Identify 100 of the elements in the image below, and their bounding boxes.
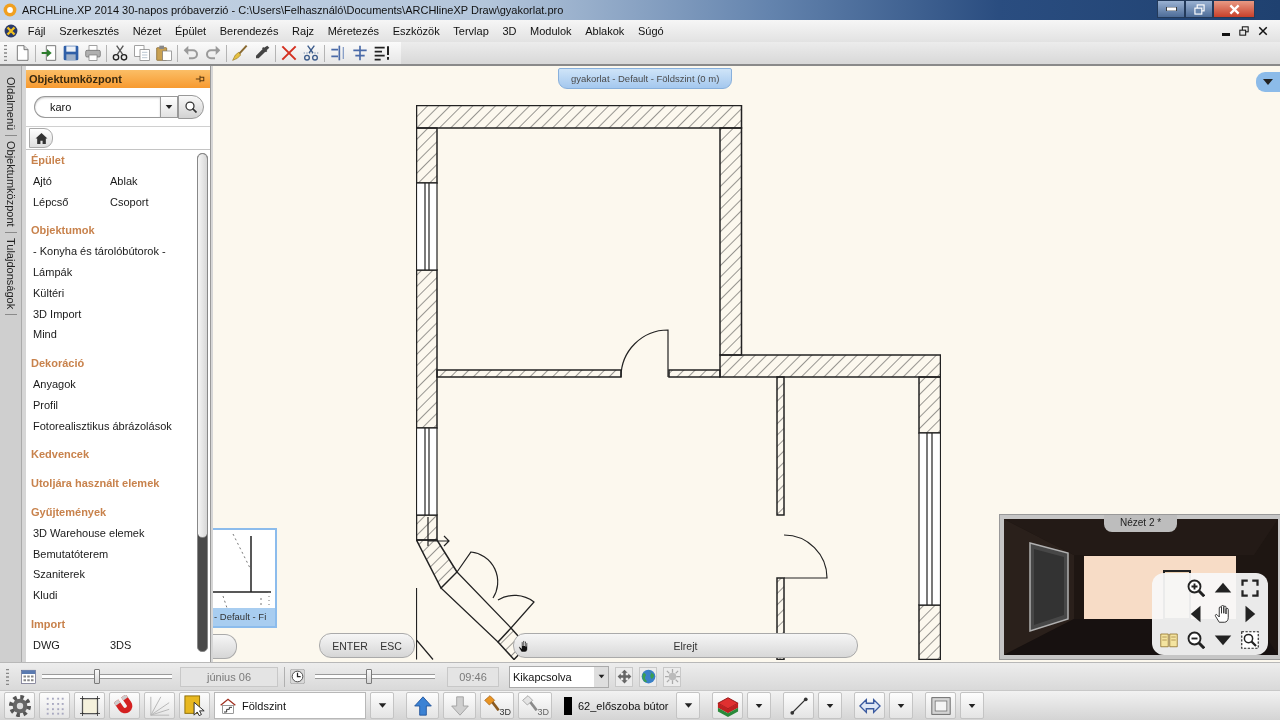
frame-style-button[interactable] xyxy=(925,692,956,719)
scissors-icon[interactable] xyxy=(303,45,319,61)
menu-item[interactable]: Épület xyxy=(168,25,213,37)
dropdown-button[interactable] xyxy=(676,692,700,719)
dropdown-button[interactable] xyxy=(370,692,394,719)
slider-thumb[interactable] xyxy=(93,669,100,684)
category-link[interactable]: Bemutatóterem xyxy=(33,543,197,565)
layer-dropdown[interactable]: 62_előszoba bútor xyxy=(556,692,672,719)
category-link[interactable]: 3D Warehouse elemek xyxy=(33,522,197,544)
line-button[interactable] xyxy=(783,692,814,719)
menu-item[interactable]: Rajz xyxy=(285,25,321,37)
menu-item[interactable]: Méretezés xyxy=(320,25,386,37)
category-link[interactable]: Mind xyxy=(33,324,197,346)
zoom-out-icon[interactable] xyxy=(1186,631,1205,649)
category-link[interactable]: Kültéri xyxy=(33,282,197,304)
hand-icon[interactable] xyxy=(1213,605,1232,623)
category-link[interactable]: 3DS xyxy=(110,634,197,656)
material-button[interactable] xyxy=(712,692,743,719)
search-button[interactable] xyxy=(178,95,204,119)
hammer-3d-button[interactable]: 3D xyxy=(480,692,514,719)
side-tab[interactable]: Objektumközpont xyxy=(4,136,17,233)
fit-view-icon[interactable] xyxy=(1240,579,1259,597)
minimize-button[interactable] xyxy=(1157,0,1185,18)
dropdown-button[interactable] xyxy=(160,96,178,118)
side-tab[interactable]: Tulajdonságok xyxy=(4,232,17,315)
category-link[interactable]: Anyagok xyxy=(33,373,197,395)
close-icon[interactable] xyxy=(1258,26,1268,36)
save-icon[interactable] xyxy=(63,45,79,61)
text-lines-icon[interactable] xyxy=(374,45,390,61)
grip-icon[interactable] xyxy=(6,668,9,685)
import-icon[interactable] xyxy=(41,45,57,61)
calendar-icon[interactable] xyxy=(21,669,36,684)
brush-icon[interactable] xyxy=(232,45,248,61)
floor-dropdown[interactable]: Földszint xyxy=(214,692,366,719)
category-link[interactable]: Lámpák xyxy=(33,262,197,283)
move-arrows-icon[interactable] xyxy=(616,669,632,684)
restore-icon[interactable] xyxy=(1239,26,1249,36)
search-field[interactable]: karo xyxy=(34,96,160,118)
direction-button[interactable] xyxy=(854,692,885,719)
maximize-button[interactable] xyxy=(1185,0,1213,18)
view-tab[interactable]: gyakorlat - Default - Földszint (0 m) xyxy=(558,68,733,89)
menu-item[interactable]: Tervlap xyxy=(446,25,496,37)
side-tab[interactable]: Oldalmenü xyxy=(4,72,17,137)
menu-item[interactable]: 3D xyxy=(495,25,524,37)
category-link[interactable]: Fotorealisztikus ábrázolások xyxy=(33,415,197,437)
category-link[interactable]: 3D Import xyxy=(33,303,197,325)
category-link[interactable]: Lépcső xyxy=(33,191,110,213)
menu-item[interactable]: Berendezés xyxy=(213,25,286,37)
menu-item[interactable]: Ablakok xyxy=(578,25,632,37)
category-link[interactable]: Csoport xyxy=(110,191,197,213)
date-field[interactable]: június 06 xyxy=(180,666,278,687)
category-link[interactable]: Szaniterek xyxy=(33,564,197,586)
settings-button[interactable] xyxy=(4,692,35,719)
drawing-canvas[interactable]: gyakorlat - Default - Földszint (0 m) - Default - Fi ENTER ESC Elrejt Nézet 2 * xyxy=(213,66,1280,662)
category-link[interactable]: Kludi xyxy=(33,585,197,606)
time-field[interactable]: 09:46 xyxy=(447,666,499,687)
command-button[interactable]: ENTER xyxy=(329,639,371,652)
cut-icon[interactable] xyxy=(112,45,128,61)
snap-button[interactable] xyxy=(109,692,140,719)
eyedropper-icon[interactable] xyxy=(254,45,270,61)
scrollbar-thumb[interactable] xyxy=(198,154,207,538)
menu-item[interactable]: Fájl xyxy=(21,25,53,37)
category-link[interactable]: Ajtó xyxy=(33,170,110,192)
hide-button[interactable]: Elrejt xyxy=(513,633,858,658)
menu-item[interactable]: Súgó xyxy=(631,25,671,37)
home-button[interactable] xyxy=(29,128,53,148)
view-menu-button[interactable] xyxy=(1256,72,1280,92)
scrollbar[interactable] xyxy=(197,153,208,652)
category-link[interactable]: - Konyha és tárolóbútorok - xyxy=(33,241,197,262)
shadow-dropdown[interactable]: Kikapcsolva xyxy=(509,665,609,688)
new-document-icon[interactable] xyxy=(14,45,30,61)
paste-icon[interactable] xyxy=(156,45,172,61)
category-link[interactable]: DWG xyxy=(33,634,110,656)
zoom-in-icon[interactable] xyxy=(1186,579,1205,597)
globe-icon[interactable] xyxy=(640,669,656,684)
redo-icon[interactable] xyxy=(205,45,221,61)
delete-icon[interactable] xyxy=(281,45,297,61)
view-3d-window[interactable]: Nézet 2 * xyxy=(999,514,1280,660)
frame-button[interactable] xyxy=(74,692,105,719)
zoom-window-icon[interactable] xyxy=(1240,631,1259,649)
align-lines-icon[interactable] xyxy=(330,45,346,61)
grip-icon[interactable] xyxy=(4,45,7,61)
select-button[interactable] xyxy=(179,692,210,719)
copy-icon[interactable] xyxy=(134,45,150,61)
app-menu-icon[interactable] xyxy=(4,24,18,38)
pin-icon[interactable] xyxy=(195,74,205,84)
view-thumbnail[interactable]: - Default - Fi xyxy=(213,528,277,628)
menu-item[interactable]: Eszközök xyxy=(385,25,447,37)
close-button[interactable] xyxy=(1213,0,1255,18)
center-lines-icon[interactable] xyxy=(352,45,368,61)
menu-item[interactable]: Modulok xyxy=(523,25,579,37)
slider-thumb[interactable] xyxy=(366,669,372,684)
command-button[interactable]: ESC xyxy=(377,639,405,652)
menu-item[interactable]: Szerkesztés xyxy=(52,25,126,37)
clock-icon[interactable] xyxy=(290,669,305,684)
category-link[interactable]: Ablak xyxy=(110,170,197,192)
print-icon[interactable] xyxy=(85,45,101,61)
menu-item[interactable]: Nézet xyxy=(125,25,169,37)
floor-level-button[interactable] xyxy=(406,692,439,719)
undo-icon[interactable] xyxy=(183,45,199,61)
